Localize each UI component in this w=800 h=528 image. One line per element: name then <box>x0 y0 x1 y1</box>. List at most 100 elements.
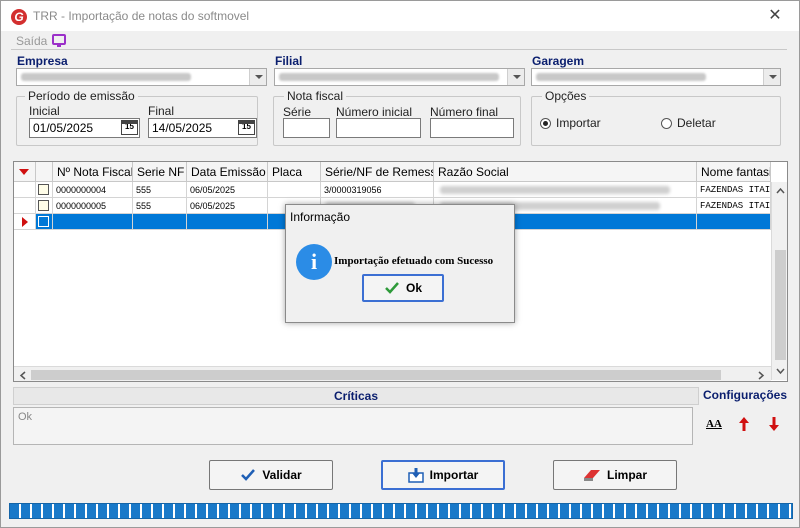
monitor-icon[interactable] <box>52 34 66 47</box>
row-check-cell[interactable] <box>36 214 53 230</box>
hscroll-thumb[interactable] <box>31 370 721 380</box>
dialog-message: Importação efetuado com Sucesso <box>334 255 494 267</box>
chevron-down-icon[interactable] <box>763 69 780 85</box>
empresa-value-redacted <box>21 73 191 81</box>
sort-down-icon <box>19 169 29 175</box>
cell-serie[interactable]: 555 <box>133 198 187 214</box>
col-header-serie[interactable]: Serie NF <box>133 162 187 182</box>
importar-radio-label[interactable]: Importar <box>556 116 601 130</box>
nota-fiscal-title: Nota fiscal <box>284 89 347 103</box>
cell-data[interactable]: 06/05/2025 <box>187 198 268 214</box>
garagem-combo[interactable] <box>531 68 781 86</box>
row-check-cell[interactable] <box>36 198 53 214</box>
cell-razao-redacted[interactable] <box>434 182 697 198</box>
calendar-icon[interactable]: 15 <box>121 120 138 135</box>
menu-separator <box>11 49 787 50</box>
criticas-header: Críticas <box>13 387 699 405</box>
scroll-right-icon <box>758 371 765 380</box>
numero-final-field[interactable] <box>430 118 514 138</box>
numero-final-label: Número final <box>430 105 499 119</box>
ok-button[interactable]: Ok <box>362 274 444 302</box>
col-header-remessa[interactable]: Série/NF de Remessa <box>321 162 434 182</box>
limpar-label: Limpar <box>606 468 647 482</box>
scroll-left-icon <box>19 371 26 380</box>
menu-saida[interactable]: Saída <box>16 34 47 48</box>
row-check-cell[interactable] <box>36 182 53 198</box>
row-checkbox[interactable] <box>38 184 49 195</box>
empresa-label: Empresa <box>17 54 68 68</box>
grid-header-check[interactable] <box>36 162 53 182</box>
info-dialog: Informação i Importação efetuado com Suc… <box>285 204 515 323</box>
check-icon <box>385 282 399 294</box>
chevron-down-icon[interactable] <box>249 69 266 85</box>
criticas-textbox[interactable]: Ok <box>13 407 693 445</box>
cell-nota-redacted[interactable] <box>53 214 133 230</box>
row-checkbox[interactable] <box>38 200 49 211</box>
numero-inicial-field[interactable] <box>336 118 421 138</box>
current-row-arrow-icon <box>22 217 28 227</box>
importar-label: Importar <box>429 468 479 482</box>
grid-vertical-scrollbar[interactable] <box>771 182 787 380</box>
eraser-icon <box>583 470 600 481</box>
serie-label: Série <box>283 105 312 119</box>
data-final-value: 14/05/2025 <box>152 121 213 135</box>
col-header-placa[interactable]: Placa <box>268 162 321 182</box>
cell-data-redacted[interactable] <box>187 214 268 230</box>
periodo-title: Período de emissão <box>25 89 138 103</box>
col-header-razao[interactable]: Razão Social <box>434 162 697 182</box>
inicial-label: Inicial <box>29 104 60 118</box>
scroll-thumb[interactable] <box>775 250 786 360</box>
filial-combo[interactable] <box>274 68 525 86</box>
col-header-fantasia[interactable]: Nome fantasia <box>697 162 771 182</box>
font-settings-icon[interactable]: AA <box>706 418 722 430</box>
chevron-down-icon[interactable] <box>507 69 524 85</box>
cell-fantasia-redacted[interactable] <box>697 214 771 230</box>
cell-remessa[interactable]: 3/0000319056 <box>321 182 434 198</box>
scroll-down-icon <box>776 368 785 375</box>
row-indicator <box>14 198 36 214</box>
import-icon <box>407 468 424 483</box>
deletar-radio-label[interactable]: Deletar <box>677 116 716 130</box>
validar-label: Validar <box>262 468 302 482</box>
cell-data[interactable]: 06/05/2025 <box>187 182 268 198</box>
ok-label: Ok <box>405 281 422 295</box>
cell-nota[interactable]: 0000000005 <box>53 198 133 214</box>
grid-header-indicator[interactable] <box>14 162 36 182</box>
progress-bar <box>9 503 793 519</box>
col-header-data[interactable]: Data Emissão <box>187 162 268 182</box>
dialog-body: i Importação efetuado com Sucesso Ok <box>286 229 514 322</box>
cell-fantasia[interactable]: FAZENDAS ITAI <box>697 182 771 198</box>
data-inicial-value: 01/05/2025 <box>33 121 94 135</box>
empresa-combo[interactable] <box>16 68 267 86</box>
numero-inicial-label: Número inicial <box>336 105 413 119</box>
scroll-up-icon <box>776 187 785 194</box>
cell-nota[interactable]: 0000000004 <box>53 182 133 198</box>
cell-serie[interactable]: 555 <box>133 182 187 198</box>
limpar-button[interactable]: Limpar <box>553 460 677 490</box>
arrow-up-icon[interactable] <box>738 416 750 432</box>
close-icon[interactable]: ✕ <box>765 6 785 26</box>
cell-placa[interactable] <box>268 182 321 198</box>
current-row-indicator <box>14 214 36 230</box>
col-header-nota[interactable]: Nº Nota Fiscal <box>53 162 133 182</box>
info-icon: i <box>296 244 332 280</box>
main-window: G TRR - Importação de notas do softmovel… <box>0 0 800 528</box>
app-logo-icon: G <box>11 9 27 25</box>
window-title: TRR - Importação de notas do softmovel <box>33 9 250 23</box>
filial-label: Filial <box>275 54 303 68</box>
grid-horizontal-scrollbar[interactable] <box>14 366 771 381</box>
opcoes-title: Opções <box>542 89 590 103</box>
dialog-title: Informação <box>286 205 514 229</box>
importar-radio[interactable] <box>540 118 551 129</box>
check-icon <box>241 469 256 481</box>
importar-button[interactable]: Importar <box>381 460 505 490</box>
validar-button[interactable]: Validar <box>209 460 333 490</box>
cell-fantasia[interactable]: FAZENDAS ITAI <box>697 198 771 214</box>
cell-serie-redacted[interactable] <box>133 214 187 230</box>
arrow-down-icon[interactable] <box>768 416 780 432</box>
calendar-icon[interactable]: 15 <box>238 120 255 135</box>
serie-field[interactable] <box>283 118 330 138</box>
configuracoes-title: Configurações <box>703 388 788 402</box>
row-checkbox[interactable] <box>38 216 49 227</box>
deletar-radio[interactable] <box>661 118 672 129</box>
